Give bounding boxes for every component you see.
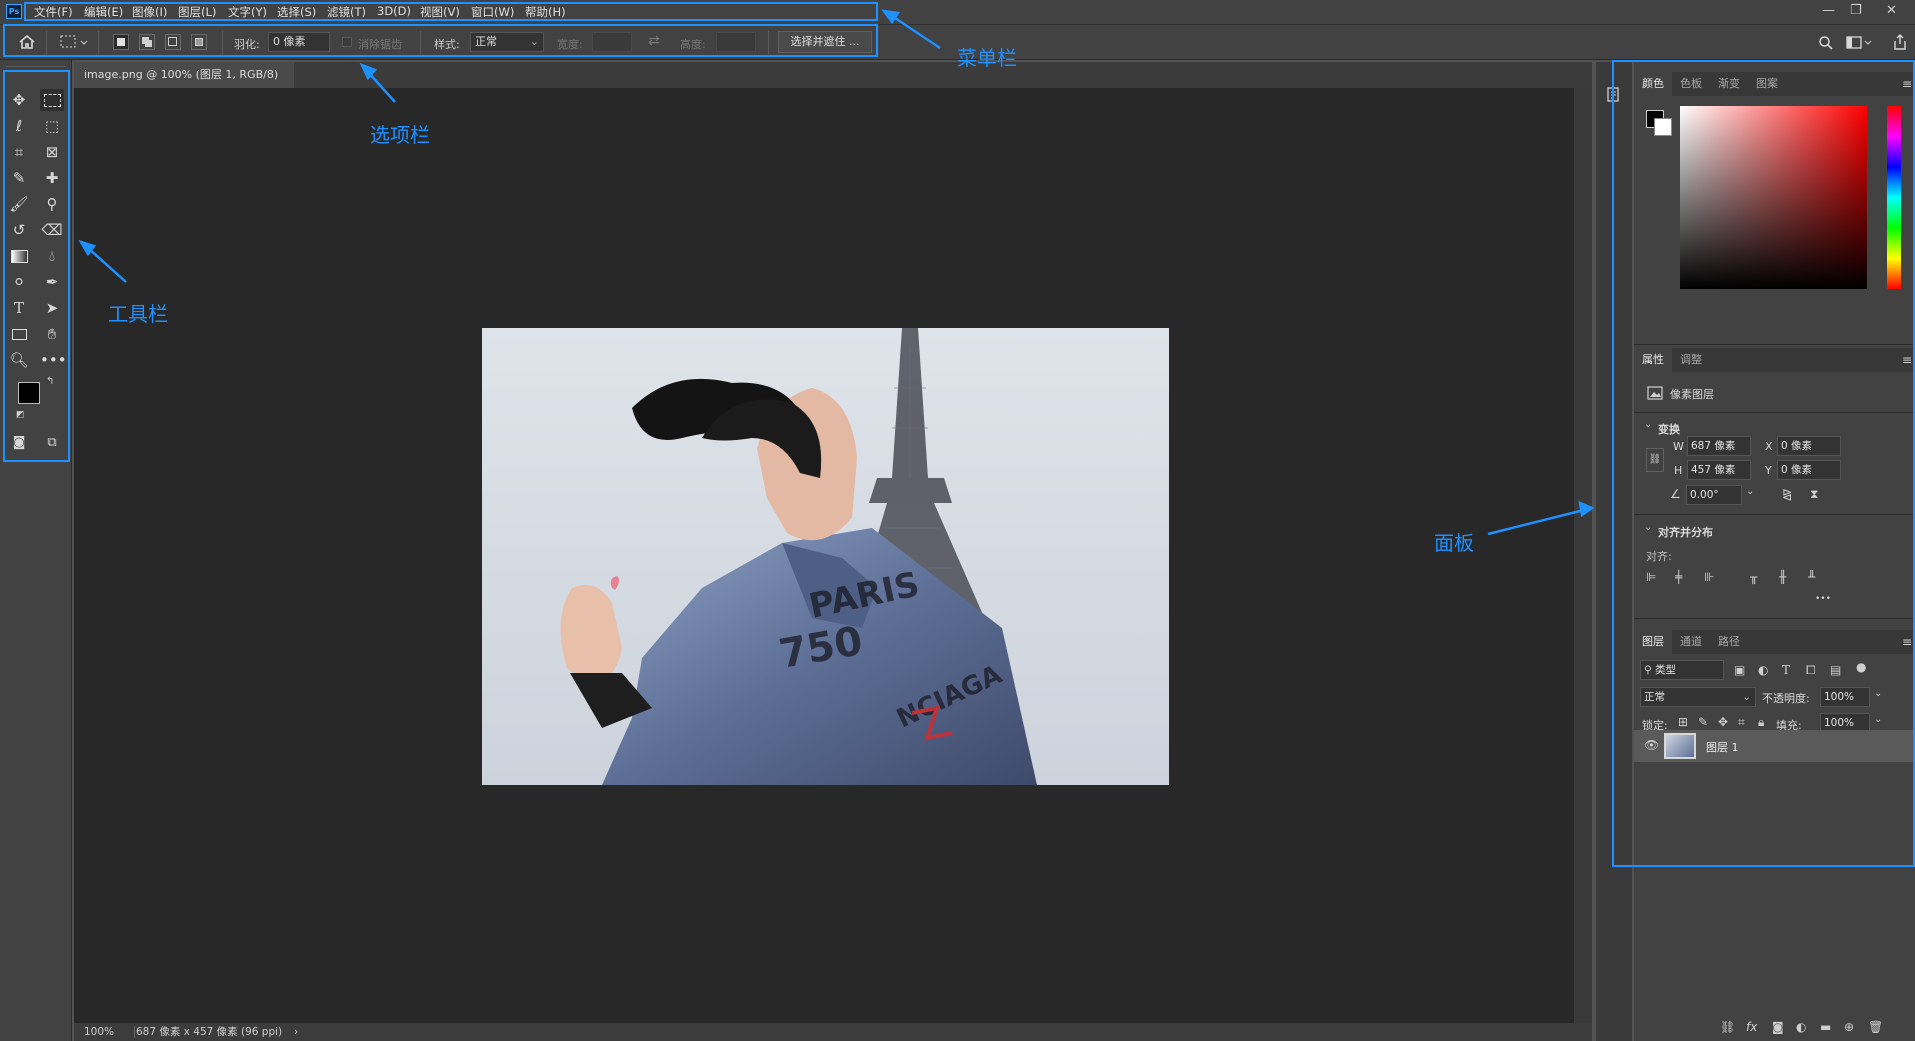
zoom-level[interactable]: 100% bbox=[84, 1023, 114, 1041]
annotation-toolbar-label: 工具栏 bbox=[108, 302, 168, 326]
annotation-panels-box bbox=[1612, 60, 1915, 867]
annotation-menubar-box bbox=[24, 2, 878, 21]
annotation-menubar-label: 菜单栏 bbox=[957, 46, 1017, 70]
restore-button[interactable]: ❐ bbox=[1850, 3, 1862, 18]
share-icon[interactable] bbox=[1892, 33, 1908, 51]
minimize-button[interactable]: — bbox=[1822, 3, 1835, 18]
document-image[interactable]: PARIS 750 NCIAGA bbox=[482, 328, 1169, 785]
document-tab-bar bbox=[74, 62, 1592, 88]
document-info[interactable]: 687 像素 x 457 像素 (96 ppi) bbox=[136, 1023, 282, 1041]
status-bar: 100% 687 像素 x 457 像素 (96 ppi) › bbox=[74, 1023, 1592, 1041]
photoshop-logo: Ps bbox=[6, 4, 22, 19]
status-more-arrow[interactable]: › bbox=[294, 1023, 298, 1041]
adjustment-layer-icon[interactable]: ◐ bbox=[1796, 1020, 1806, 1034]
document-tab[interactable]: image.png @ 100% (图层 1, RGB/8) × bbox=[74, 62, 294, 107]
add-mask-icon[interactable]: ◙ bbox=[1772, 1020, 1784, 1034]
annotation-optionsbar-label: 选项栏 bbox=[370, 123, 430, 147]
document-tab-title: image.png @ 100% (图层 1, RGB/8) bbox=[84, 68, 279, 81]
link-layers-icon[interactable]: ⛓︎ bbox=[1720, 1020, 1735, 1034]
workspace-icon[interactable] bbox=[1846, 35, 1874, 51]
search-icon[interactable] bbox=[1818, 35, 1834, 51]
annotation-panels-label: 面板 bbox=[1434, 531, 1474, 555]
annotation-optionsbar-box bbox=[3, 24, 878, 57]
new-layer-icon[interactable]: ⊕ bbox=[1844, 1020, 1854, 1034]
close-button[interactable]: ✕ bbox=[1886, 3, 1897, 18]
delete-layer-icon[interactable]: 🗑︎ bbox=[1868, 1020, 1883, 1034]
canvas-scrollbar[interactable] bbox=[1574, 88, 1592, 1023]
annotation-toolbar-box bbox=[3, 70, 70, 462]
toolbar-grip bbox=[6, 62, 66, 67]
new-group-icon[interactable]: ▬ bbox=[1820, 1020, 1831, 1034]
divider bbox=[134, 1026, 135, 1038]
fx-icon[interactable]: fx bbox=[1746, 1020, 1757, 1034]
